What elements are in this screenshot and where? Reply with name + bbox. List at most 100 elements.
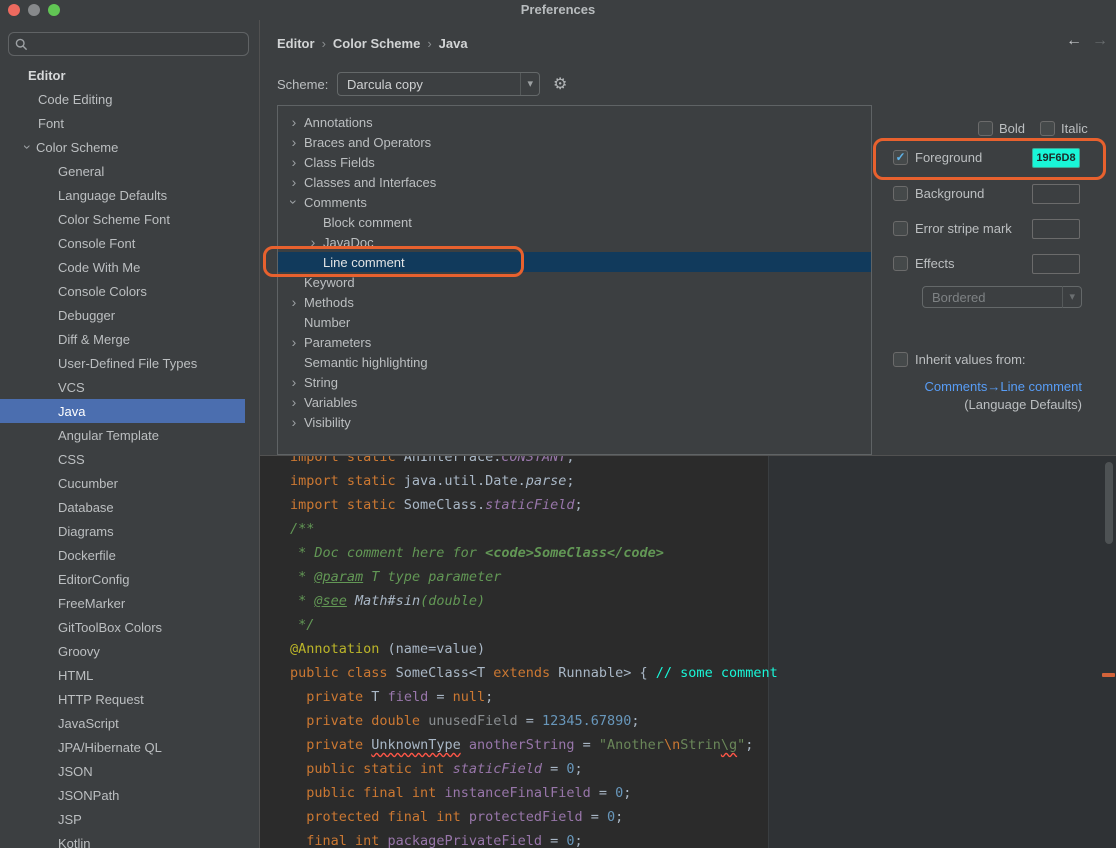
settings-search-box[interactable] [8,32,249,56]
foreground-checkbox[interactable]: ✓ [893,150,908,165]
scheme-select[interactable]: Darcula copy ▾ [337,72,540,96]
chevron-right-icon[interactable]: › [286,115,302,129]
element-tree-item-line-comment[interactable]: Line comment [278,252,871,272]
element-tree-item-parameters[interactable]: ›Parameters [278,332,871,352]
code-line: private UnknownType anotherString = "Ano… [290,733,778,757]
sidebar-item-code-with-me[interactable]: Code With Me [0,255,245,279]
window-title: Preferences [0,2,1116,17]
element-tree-item-block-comment[interactable]: Block comment [278,212,871,232]
code-line: private double unusedField = 12345.67890… [290,709,778,733]
element-tree-item-methods[interactable]: ›Methods [278,292,871,312]
element-tree-item-semantic-highlighting[interactable]: Semantic highlighting [278,352,871,372]
sidebar-item-label: Debugger [58,308,115,323]
sidebar-item-debugger[interactable]: Debugger [0,303,245,327]
inherit-label: Inherit values from: [915,350,1026,370]
element-tree-item-string[interactable]: ›String [278,372,871,392]
element-tree-label: Number [304,315,350,330]
color-swatch-error-stripe-mark[interactable] [1032,219,1080,239]
sidebar-item-editor[interactable]: Editor [0,63,245,87]
sidebar-item-jsonpath[interactable]: JSONPath [0,783,245,807]
chevron-right-icon[interactable]: › [286,155,302,169]
effects-checkbox[interactable] [893,256,908,271]
sidebar-item-color-scheme[interactable]: ›Color Scheme [0,135,245,159]
element-tree-label: Comments [304,195,367,210]
chevron-down-icon[interactable]: › [287,194,301,210]
inherit-source-link[interactable]: Comments→Line comment [925,379,1083,394]
forward-arrow-icon[interactable]: → [1092,33,1108,49]
element-tree-item-javadoc[interactable]: ›JavaDoc [278,232,871,252]
sidebar-item-cucumber[interactable]: Cucumber [0,471,245,495]
element-tree-item-annotations[interactable]: ›Annotations [278,112,871,132]
chevron-right-icon[interactable]: › [286,395,302,409]
sidebar-item-jpa-hibernate-ql[interactable]: JPA/Hibernate QL [0,735,245,759]
sidebar-item-java[interactable]: Java [0,399,245,423]
code-scrollbar-thumb[interactable] [1105,462,1113,544]
sidebar-item-html[interactable]: HTML [0,663,245,687]
element-tree-label: Block comment [323,215,412,230]
sidebar-item-diagrams[interactable]: Diagrams [0,519,245,543]
code-line: * Doc comment here for <code>SomeClass</… [290,541,778,565]
element-tree-item-classes-and-interfaces[interactable]: ›Classes and Interfaces [278,172,871,192]
sidebar-item-http-request[interactable]: HTTP Request [0,687,245,711]
element-tree-item-number[interactable]: Number [278,312,871,332]
element-tree-item-comments[interactable]: ›Comments [278,192,871,212]
chevron-right-icon[interactable]: › [286,375,302,389]
sidebar-item-json[interactable]: JSON [0,759,245,783]
search-input[interactable] [32,37,242,52]
sidebar-item-code-editing[interactable]: Code Editing [0,87,245,111]
sidebar-item-language-defaults[interactable]: Language Defaults [0,183,245,207]
code-line: * @param T type parameter [290,565,778,589]
sidebar-item-gittoolbox-colors[interactable]: GitToolBox Colors [0,615,245,639]
color-swatch-effects[interactable] [1032,254,1080,274]
sidebar-item-vcs[interactable]: VCS [0,375,245,399]
sidebar-item-css[interactable]: CSS [0,447,245,471]
chevron-right-icon[interactable]: › [286,335,302,349]
sidebar-item-diff-merge[interactable]: Diff & Merge [0,327,245,351]
element-tree-item-class-fields[interactable]: ›Class Fields [278,152,871,172]
sidebar-item-jsp[interactable]: JSP [0,807,245,831]
inherit-checkbox[interactable] [893,352,908,367]
attribute-label: Foreground [915,148,982,168]
breadcrumb-separator: › [322,36,326,51]
error-stripe-mark-checkbox[interactable] [893,221,908,236]
color-swatch-foreground[interactable]: 19F6D8 [1032,148,1080,168]
sidebar-item-groovy[interactable]: Groovy [0,639,245,663]
settings-nav-tree: EditorCode EditingFont›Color SchemeGener… [0,63,259,848]
sidebar-item-javascript[interactable]: JavaScript [0,711,245,735]
chevron-right-icon[interactable]: › [305,235,321,249]
sidebar-item-user-defined-file-types[interactable]: User-Defined File Types [0,351,245,375]
chevron-right-icon[interactable]: › [286,295,302,309]
element-tree-item-braces-and-operators[interactable]: ›Braces and Operators [278,132,871,152]
code-line: import static java.util.Date.parse; [290,469,778,493]
element-tree-item-variables[interactable]: ›Variables [278,392,871,412]
sidebar-item-freemarker[interactable]: FreeMarker [0,591,245,615]
element-tree-label: JavaDoc [323,235,374,250]
background-checkbox[interactable] [893,186,908,201]
sidebar-item-database[interactable]: Database [0,495,245,519]
sidebar-item-console-colors[interactable]: Console Colors [0,279,245,303]
breadcrumb-color-scheme[interactable]: Color Scheme [333,36,420,51]
sidebar-item-color-scheme-font[interactable]: Color Scheme Font [0,207,245,231]
sidebar-item-kotlin[interactable]: Kotlin [0,831,245,848]
sidebar-item-font[interactable]: Font [0,111,245,135]
chevron-right-icon[interactable]: › [286,175,302,189]
sidebar-item-console-font[interactable]: Console Font [0,231,245,255]
code-line: final int packagePrivateField = 0; [290,829,778,848]
error-stripe-mark[interactable] [1102,673,1115,677]
back-arrow-icon[interactable]: ← [1066,33,1082,49]
color-swatch-background[interactable] [1032,184,1080,204]
sidebar-item-general[interactable]: General [0,159,245,183]
breadcrumb-java[interactable]: Java [439,36,468,51]
chevron-down-icon[interactable]: › [21,139,35,155]
element-tree-item-keyword[interactable]: Keyword [278,272,871,292]
breadcrumb-editor[interactable]: Editor [277,36,315,51]
chevron-right-icon[interactable]: › [286,135,302,149]
sidebar-item-label: JSONPath [58,788,119,803]
sidebar-item-angular-template[interactable]: Angular Template [0,423,245,447]
sidebar-item-editorconfig[interactable]: EditorConfig [0,567,245,591]
scheme-settings-gear-icon[interactable]: ⚙ [553,74,567,94]
chevron-right-icon[interactable]: › [286,415,302,429]
element-tree-label: Methods [304,295,354,310]
sidebar-item-dockerfile[interactable]: Dockerfile [0,543,245,567]
element-tree-item-visibility[interactable]: ›Visibility [278,412,871,432]
